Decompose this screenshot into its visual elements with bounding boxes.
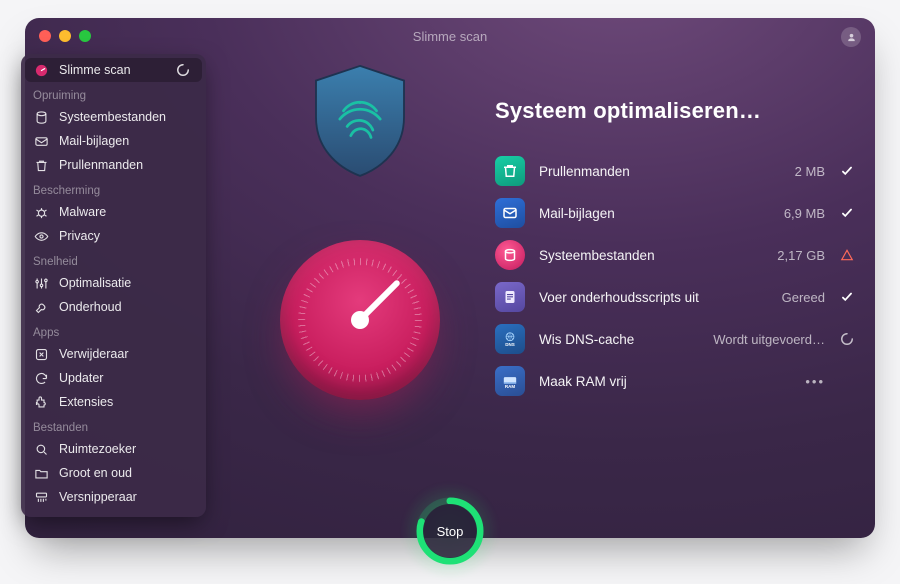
sidebar-section-speed: Snelheid (21, 248, 206, 271)
sidebar-section-files: Bestanden (21, 414, 206, 437)
row-value: Gereed (782, 290, 825, 305)
row-label: Systeembestanden (539, 248, 655, 263)
user-icon (846, 32, 857, 43)
gauge-graphic (280, 240, 440, 400)
sidebar-item-uninstaller[interactable]: Verwijderaar (21, 342, 206, 366)
row-value: 2 MB (795, 164, 825, 179)
sidebar-item-optimization[interactable]: Optimalisatie (21, 271, 206, 295)
zoom-window-button[interactable] (79, 30, 91, 42)
sidebar-item-trash[interactable]: Prullenmanden (21, 153, 206, 177)
sidebar-item-large-old[interactable]: Groot en oud (21, 461, 206, 485)
sidebar-item-label: Onderhoud (59, 300, 122, 314)
sidebar-item-smart-scan[interactable]: Slimme scan (25, 58, 202, 82)
sidebar-item-label: Slimme scan (59, 63, 131, 77)
sidebar-section-protection: Bescherming (21, 177, 206, 200)
shield-fingerprint-icon (305, 60, 415, 180)
sidebar-item-label: Updater (59, 371, 103, 385)
results-panel: Systeem optimaliseren… Prullenmanden 2 M… (495, 98, 855, 402)
svg-text:DNS: DNS (505, 342, 515, 347)
sidebar: Slimme scan Opruiming Systeembestanden M… (21, 54, 206, 517)
sidebar-section-cleanup: Opruiming (21, 82, 206, 105)
window-controls (39, 30, 91, 42)
warning-icon (839, 248, 855, 262)
row-dns[interactable]: DNS Wis DNS-cache Wordt uitgevoerd… (495, 318, 855, 360)
mail-badge-icon (495, 198, 525, 228)
wrench-icon (33, 299, 49, 315)
row-label: Wis DNS-cache (539, 332, 634, 347)
bug-icon (33, 204, 49, 220)
check-icon (839, 290, 855, 304)
stop-button[interactable]: Stop (423, 504, 477, 558)
sidebar-item-extensions[interactable]: Extensies (21, 390, 206, 414)
row-value: Wordt uitgevoerd… (713, 332, 825, 347)
account-button[interactable] (841, 27, 861, 47)
sidebar-item-label: Systeembestanden (59, 110, 166, 124)
sidebar-item-label: Prullenmanden (59, 158, 143, 172)
sidebar-item-label: Versnipperaar (59, 490, 137, 504)
titlebar: Slimme scan (25, 18, 875, 54)
eye-icon (33, 228, 49, 244)
check-icon (839, 206, 855, 220)
row-label: Mail-bijlagen (539, 206, 615, 221)
row-maintenance[interactable]: Voer onderhoudsscripts uit Gereed (495, 276, 855, 318)
sidebar-item-label: Verwijderaar (59, 347, 128, 361)
sidebar-item-shredder[interactable]: Versnipperaar (21, 485, 206, 509)
svg-text:RAM: RAM (505, 384, 515, 389)
folder-icon (33, 465, 49, 481)
sliders-icon (33, 275, 49, 291)
sidebar-item-maintenance[interactable]: Onderhoud (21, 295, 206, 319)
trash-icon (33, 157, 49, 173)
puzzle-icon (33, 394, 49, 410)
row-mail[interactable]: Mail-bijlagen 6,9 MB (495, 192, 855, 234)
check-icon (839, 164, 855, 178)
system-badge-icon (495, 240, 525, 270)
envelope-icon (33, 133, 49, 149)
row-value: 2,17 GB (777, 248, 825, 263)
row-label: Voer onderhoudsscripts uit (539, 290, 699, 305)
sidebar-section-apps: Apps (21, 319, 206, 342)
drive-icon (33, 109, 49, 125)
minimize-window-button[interactable] (59, 30, 71, 42)
sidebar-item-label: Ruimtezoeker (59, 442, 136, 456)
sidebar-item-malware[interactable]: Malware (21, 200, 206, 224)
app-window: Slimme scan Slimme scan Opruiming Systee… (25, 18, 875, 538)
trash-badge-icon (495, 156, 525, 186)
row-label: Maak RAM vrij (539, 374, 627, 389)
row-trash[interactable]: Prullenmanden 2 MB (495, 150, 855, 192)
sidebar-item-privacy[interactable]: Privacy (21, 224, 206, 248)
stop-label: Stop (437, 524, 464, 539)
lens-icon (33, 441, 49, 457)
sidebar-item-label: Extensies (59, 395, 113, 409)
sidebar-item-label: Groot en oud (59, 466, 132, 480)
row-value: 6,9 MB (784, 206, 825, 221)
gauge-icon (33, 62, 49, 78)
hero-visual (250, 54, 470, 400)
row-ram[interactable]: RAM Maak RAM vrij ••• (495, 360, 855, 402)
uninstall-icon (33, 346, 49, 362)
spinner-icon (176, 63, 190, 77)
sidebar-item-label: Malware (59, 205, 106, 219)
sidebar-item-mail[interactable]: Mail-bijlagen (21, 129, 206, 153)
stop-button-wrap: Stop (415, 496, 485, 566)
sidebar-item-updater[interactable]: Updater (21, 366, 206, 390)
sidebar-item-space-lens[interactable]: Ruimtezoeker (21, 437, 206, 461)
window-title: Slimme scan (413, 29, 487, 44)
dns-badge-icon: DNS (495, 324, 525, 354)
row-value: ••• (805, 374, 825, 389)
spinner-icon (839, 332, 855, 346)
sidebar-item-label: Mail-bijlagen (59, 134, 129, 148)
gauge-needle (356, 279, 401, 324)
sidebar-item-system-files[interactable]: Systeembestanden (21, 105, 206, 129)
script-badge-icon (495, 282, 525, 312)
close-window-button[interactable] (39, 30, 51, 42)
refresh-icon (33, 370, 49, 386)
results-heading: Systeem optimaliseren… (495, 98, 855, 124)
row-label: Prullenmanden (539, 164, 630, 179)
sidebar-item-label: Privacy (59, 229, 100, 243)
sidebar-item-label: Optimalisatie (59, 276, 131, 290)
row-system[interactable]: Systeembestanden 2,17 GB (495, 234, 855, 276)
shredder-icon (33, 489, 49, 505)
ram-badge-icon: RAM (495, 366, 525, 396)
